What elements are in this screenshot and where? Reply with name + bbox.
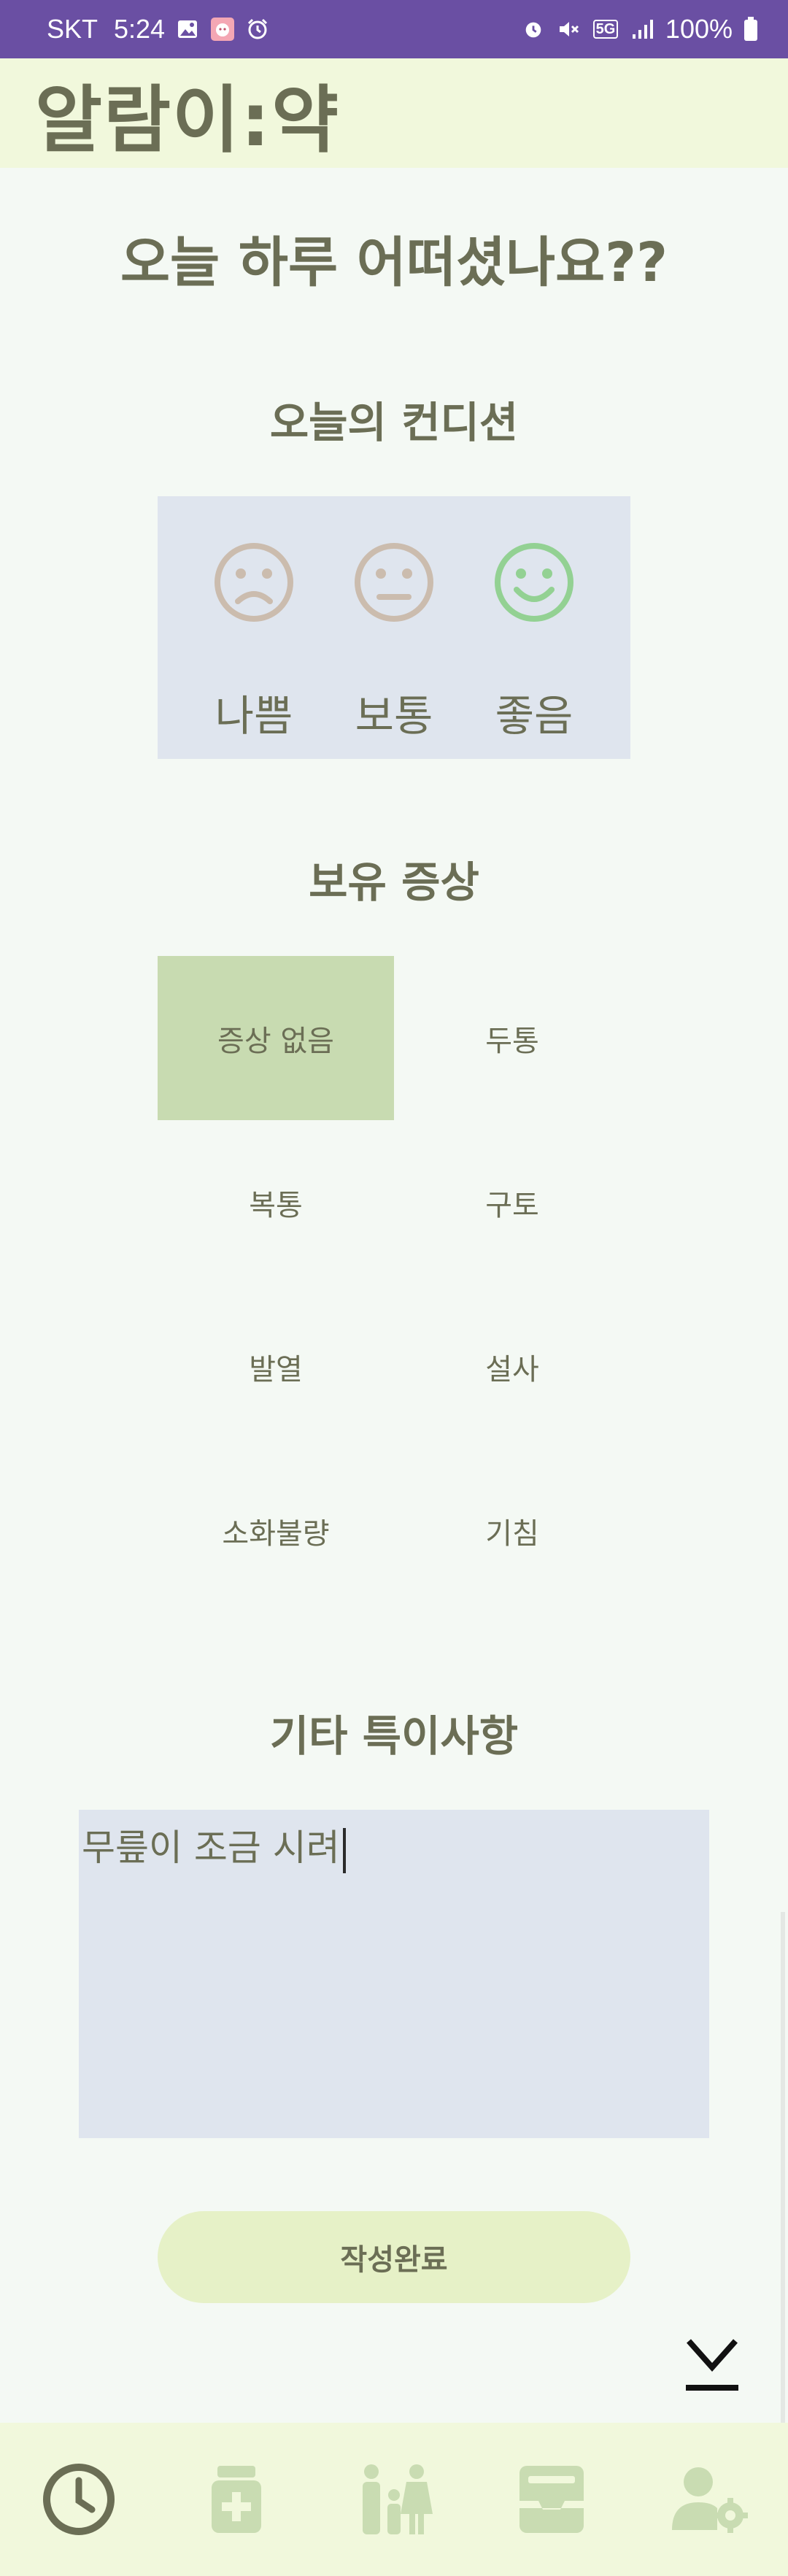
condition-label-bad: 나쁨 [215,691,293,741]
clock-time: 5:24 [114,14,166,44]
carrier-label: SKT [47,14,98,44]
condition-title: 오늘의 컨디션 [269,398,519,447]
symptom-cough[interactable]: 기침 [394,1449,630,1613]
nav-item-inbox[interactable] [508,2456,595,2543]
signal-icon [630,17,655,42]
inbox-icon [519,2466,584,2533]
page-question: 오늘 하루 어떠셨나요?? [120,231,668,294]
scrollbar[interactable] [781,1912,785,2437]
app-title: 알람이:약 [35,77,340,163]
nav-item-settings[interactable] [665,2456,753,2543]
notes-textarea[interactable]: 무릎이 조금 시려 [79,1810,709,2138]
sad-face-icon [215,543,293,622]
status-right: 5G 100% [521,14,759,45]
condition-label-good: 좋음 [495,691,573,741]
gallery-icon [175,17,200,42]
alarm-icon [521,17,546,42]
neutral-face-icon [355,543,433,622]
condition-option-bad[interactable]: 나쁨 [188,496,320,759]
symptom-stomachache[interactable]: 복통 [158,1120,394,1284]
symptom-grid: 증상 없음 두통 복통 구토 발열 설사 소화불량 기침 [158,956,630,1613]
nav-item-family[interactable] [350,2456,438,2543]
condition-option-good[interactable]: 좋음 [468,496,600,759]
notes-text: 무릎이 조금 시려 [82,1827,340,1869]
chevron-down-icon [686,2339,738,2391]
5g-icon: 5G [591,17,620,42]
bottom-nav [0,2423,788,2576]
app-notification-icon [210,17,235,42]
text-cursor [342,1827,346,1873]
clock-icon [43,2464,115,2535]
symptom-headache[interactable]: 두통 [394,956,630,1120]
mute-icon [556,17,581,42]
network-label: 5G [592,20,619,39]
scroll-to-bottom-button[interactable] [683,2332,741,2396]
notes-title: 기타 특이사항 [269,1711,519,1761]
submit-button[interactable]: 작성완료 [158,2211,630,2303]
nav-item-medicine[interactable] [193,2456,280,2543]
battery-icon [743,17,759,42]
condition-label-normal: 보통 [355,691,433,741]
symptom-none[interactable]: 증상 없음 [158,956,394,1120]
symptom-diarrhea[interactable]: 설사 [394,1284,630,1449]
symptom-vomiting[interactable]: 구토 [394,1120,630,1284]
app-header: 알람이:약 [0,58,788,168]
family-icon [363,2464,433,2534]
status-bar: SKT 5:24 5G 100% [0,0,788,58]
alarm-clock-icon [245,17,270,42]
condition-option-normal[interactable]: 보통 [328,496,460,759]
medicine-bottle-icon [212,2466,261,2533]
symptom-indigestion[interactable]: 소화불량 [158,1449,394,1613]
status-left: SKT 5:24 [47,14,270,45]
condition-panel: 나쁨 보통 좋음 [158,496,630,759]
symptoms-title: 보유 증상 [309,857,479,907]
symptom-fever[interactable]: 발열 [158,1284,394,1449]
battery-percent: 100% [665,14,733,44]
user-settings-icon [672,2467,748,2533]
nav-item-alarm[interactable] [35,2456,123,2543]
happy-face-icon [495,543,573,622]
